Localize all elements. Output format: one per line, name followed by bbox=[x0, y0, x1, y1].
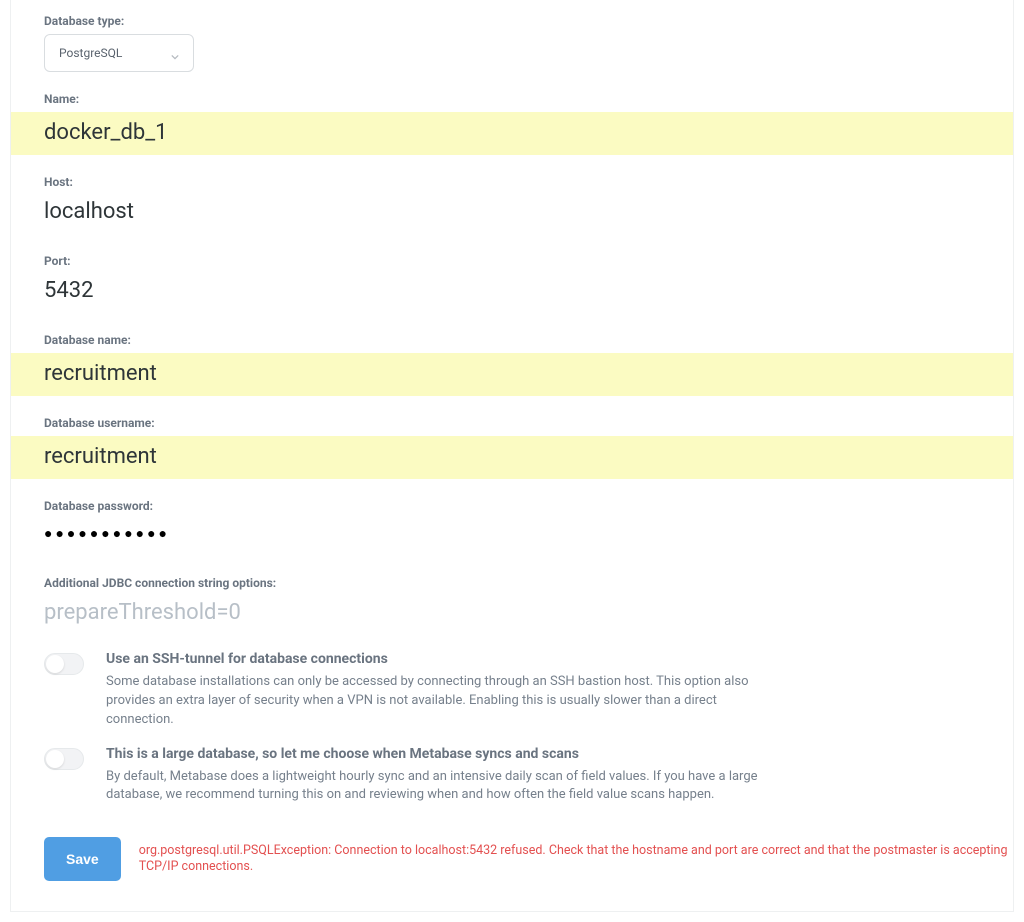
name-input[interactable]: docker_db_1 bbox=[11, 112, 1013, 155]
label-jdbc-options: Additional JDBC connection string option… bbox=[11, 562, 1013, 590]
label-name: Name: bbox=[11, 78, 1013, 106]
field-database-name: Database name: recruitment bbox=[11, 319, 1013, 402]
label-database-name: Database name: bbox=[11, 319, 1013, 347]
label-database-password: Database password: bbox=[11, 485, 1013, 513]
port-input[interactable]: 5432 bbox=[11, 274, 1013, 313]
error-message: org.postgresql.util.PSQLException: Conne… bbox=[139, 843, 1013, 876]
database-name-input[interactable]: recruitment bbox=[11, 353, 1013, 396]
field-jdbc-options: Additional JDBC connection string option… bbox=[11, 562, 1013, 641]
large-db-section: This is a large database, so let me choo… bbox=[11, 736, 791, 812]
ssh-tunnel-toggle[interactable] bbox=[44, 653, 84, 675]
ssh-tunnel-section: Use an SSH-tunnel for database connectio… bbox=[11, 641, 791, 736]
jdbc-options-input[interactable]: prepareThreshold=0 bbox=[11, 596, 1013, 635]
field-name: Name: docker_db_1 bbox=[11, 78, 1013, 161]
field-host: Host: localhost bbox=[11, 161, 1013, 240]
form-footer: Save org.postgresql.util.PSQLException: … bbox=[11, 811, 1013, 881]
chevron-down-icon bbox=[171, 49, 179, 57]
toggle-knob bbox=[46, 655, 64, 673]
label-database-type: Database type: bbox=[11, 0, 1013, 28]
toggle-knob bbox=[46, 750, 64, 768]
ssh-toggle-title: Use an SSH-tunnel for database connectio… bbox=[106, 651, 758, 667]
host-input[interactable]: localhost bbox=[11, 195, 1013, 234]
large-db-toggle-desc: By default, Metabase does a lightweight … bbox=[106, 768, 758, 806]
ssh-toggle-texts: Use an SSH-tunnel for database connectio… bbox=[106, 651, 758, 730]
database-password-input[interactable]: ●●●●●●●●●●● bbox=[11, 519, 1013, 556]
large-db-toggle-title: This is a large database, so let me choo… bbox=[106, 746, 758, 762]
database-type-select[interactable]: PostgreSQL bbox=[44, 34, 194, 72]
field-database-type: Database type: PostgreSQL bbox=[11, 0, 1013, 78]
ssh-toggle-desc: Some database installations can only be … bbox=[106, 673, 758, 730]
large-db-toggle[interactable] bbox=[44, 748, 84, 770]
database-type-value: PostgreSQL bbox=[59, 46, 122, 60]
large-db-toggle-texts: This is a large database, so let me choo… bbox=[106, 746, 758, 806]
save-button[interactable]: Save bbox=[44, 837, 121, 881]
field-database-username: Database username: recruitment bbox=[11, 402, 1013, 485]
label-port: Port: bbox=[11, 240, 1013, 268]
field-database-password: Database password: ●●●●●●●●●●● bbox=[11, 485, 1013, 562]
label-host: Host: bbox=[11, 161, 1013, 189]
field-port: Port: 5432 bbox=[11, 240, 1013, 319]
database-settings-card: Database type: PostgreSQL Name: docker_d… bbox=[10, 0, 1014, 912]
database-username-input[interactable]: recruitment bbox=[11, 436, 1013, 479]
label-database-username: Database username: bbox=[11, 402, 1013, 430]
